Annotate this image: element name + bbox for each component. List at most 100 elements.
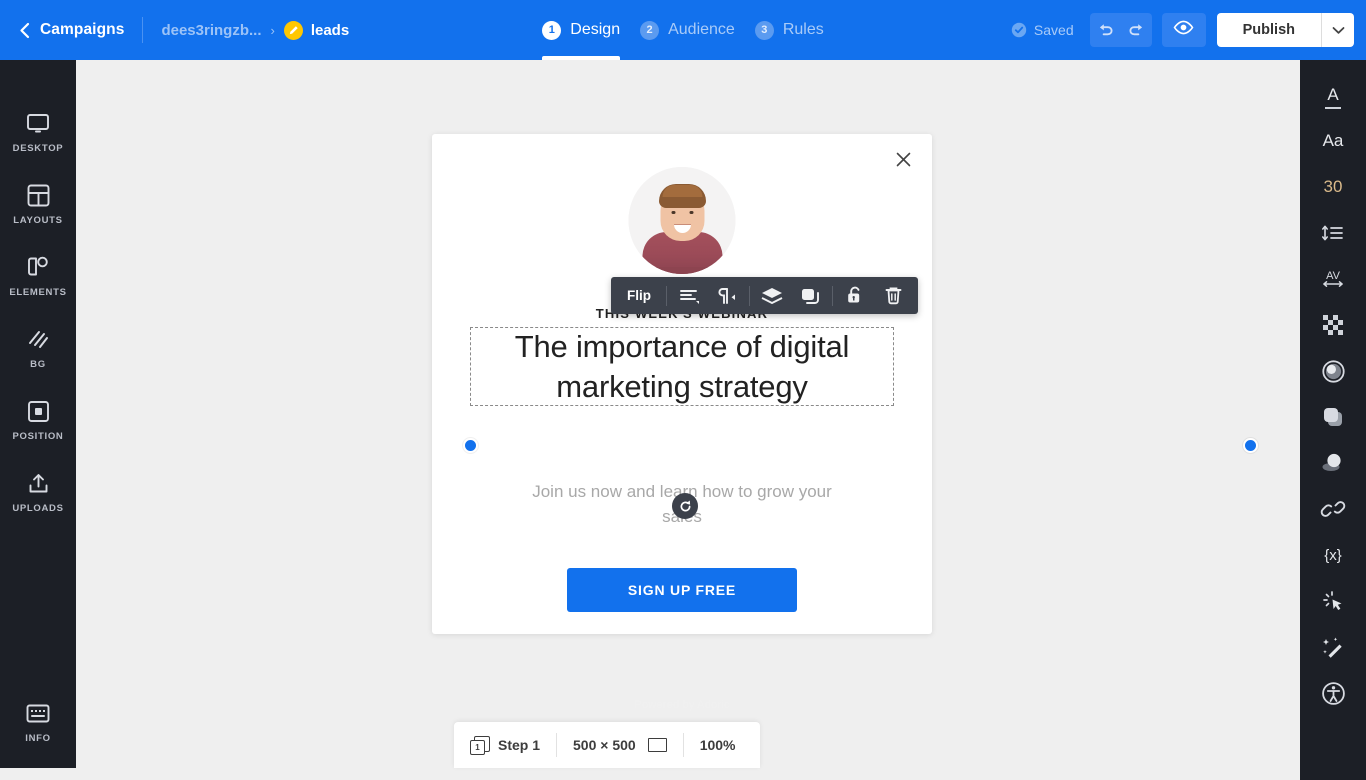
undo-arrow-icon[interactable]	[1090, 13, 1121, 47]
close-x-icon[interactable]	[890, 146, 916, 172]
sidebar-label: INFO	[25, 733, 51, 744]
layout-grid-icon	[27, 183, 50, 209]
breadcrumb-arrow: ›	[270, 23, 274, 38]
breadcrumb-parent[interactable]: dees3ringzb...	[161, 22, 261, 39]
headline-text[interactable]: The importance of digital marketing stra…	[470, 327, 894, 406]
opacity-checker-icon[interactable]	[1300, 302, 1366, 348]
font-family-icon[interactable]: Aa	[1300, 118, 1366, 164]
steps-icon: 1	[470, 736, 489, 754]
sidebar-item-elements[interactable]: ELEMENTS	[0, 240, 76, 312]
step-number: 2	[640, 21, 659, 40]
elements-shapes-icon	[26, 255, 50, 281]
tab-design[interactable]: 1 Design	[532, 0, 630, 60]
layers-icon[interactable]	[753, 277, 791, 314]
flip-button[interactable]: Flip	[617, 288, 663, 303]
step-number: 1	[542, 21, 561, 40]
paragraph-direction-icon[interactable]	[708, 277, 746, 314]
editor-canvas[interactable]: THIS WEEK'S WEBINAR The importance of di…	[76, 60, 1300, 768]
toolbar-separator	[832, 286, 833, 306]
canvas-size-control[interactable]: 500 × 500	[557, 722, 683, 768]
zoom-value: 100%	[700, 737, 736, 753]
status-bar: 1 Step 1 500 × 500 100%	[454, 722, 760, 768]
font-size-icon[interactable]: 30	[1300, 164, 1366, 210]
step-label: Audience	[668, 21, 735, 39]
rectangle-icon	[648, 738, 667, 752]
canvas-size-value: 500 × 500	[573, 737, 636, 753]
text-color-label: A	[1327, 85, 1338, 105]
signup-button[interactable]: SIGN UP FREE	[567, 568, 797, 612]
position-square-icon	[27, 399, 50, 425]
resize-handle-left[interactable]	[463, 438, 478, 453]
info-keyboard-icon	[26, 701, 50, 727]
toolbar-separator	[749, 286, 750, 306]
history-buttons	[1090, 13, 1152, 47]
avatar[interactable]	[629, 167, 736, 274]
chevron-down-icon[interactable]	[1322, 13, 1354, 47]
top-bar-actions: Saved Publish	[1011, 0, 1354, 60]
background-hatch-icon	[26, 327, 50, 353]
inner-shadow-icon[interactable]	[1300, 348, 1366, 394]
sidebar-label: BG	[30, 359, 46, 370]
sidebar-item-info[interactable]: INFO	[0, 686, 76, 758]
step-label: Design	[570, 21, 620, 39]
variables-icon[interactable]: {x}	[1300, 532, 1366, 578]
presenter-photo	[629, 167, 736, 274]
tab-audience[interactable]: 2 Audience	[630, 0, 745, 60]
sidebar-label: LAYOUTS	[13, 215, 62, 226]
tab-rules[interactable]: 3 Rules	[745, 0, 834, 60]
duplicate-icon[interactable]	[791, 277, 829, 314]
breadcrumb-divider	[142, 17, 143, 43]
accessibility-icon[interactable]	[1300, 670, 1366, 716]
upload-arrow-icon	[27, 471, 50, 497]
sidebar-item-desktop[interactable]: DESKTOP	[0, 96, 76, 168]
zoom-control[interactable]: 100%	[684, 722, 752, 768]
click-action-icon[interactable]	[1300, 578, 1366, 624]
publish-group: Publish	[1217, 13, 1354, 47]
step-badge: 1	[470, 740, 485, 755]
rotate-handle-icon[interactable]	[672, 493, 698, 519]
step-label: Rules	[783, 21, 824, 39]
sidebar-item-layouts[interactable]: LAYOUTS	[0, 168, 76, 240]
step-selector[interactable]: 1 Step 1	[454, 722, 556, 768]
breadcrumb: Campaigns dees3ringzb... › leads	[0, 0, 349, 60]
breadcrumb-campaigns[interactable]: Campaigns	[40, 21, 124, 39]
letter-spacing-icon[interactable]: AV	[1300, 256, 1366, 302]
resize-handle-right[interactable]	[1243, 438, 1258, 453]
font-size-value: 30	[1324, 177, 1343, 197]
publish-button[interactable]: Publish	[1217, 13, 1321, 47]
link-chain-icon[interactable]	[1300, 486, 1366, 532]
border-radius-icon[interactable]	[1300, 394, 1366, 440]
breadcrumb-leads[interactable]: leads	[311, 22, 349, 39]
eye-icon	[1173, 20, 1194, 40]
preview-button[interactable]	[1162, 13, 1206, 47]
text-align-icon[interactable]	[670, 277, 708, 314]
toolbar-separator	[666, 286, 667, 306]
app-root: Campaigns dees3ringzb... › leads 1 Desig…	[0, 0, 1366, 768]
top-bar: Campaigns dees3ringzb... › leads 1 Desig…	[0, 0, 1366, 60]
magic-wand-icon[interactable]	[1300, 624, 1366, 670]
monitor-icon	[26, 111, 50, 137]
saved-label: Saved	[1034, 22, 1074, 38]
element-toolbar: Flip	[611, 277, 918, 314]
step-label: Step 1	[498, 737, 540, 753]
font-family-label: Aa	[1323, 131, 1344, 151]
sidebar-item-uploads[interactable]: UPLOADS	[0, 456, 76, 528]
saved-status: Saved	[1011, 22, 1074, 38]
back-chevron-icon[interactable]	[14, 20, 34, 40]
popup-preview: THIS WEEK'S WEBINAR The importance of di…	[432, 134, 932, 634]
check-circle-icon	[1011, 22, 1027, 38]
drop-shadow-icon[interactable]	[1300, 440, 1366, 486]
text-color-icon[interactable]: A	[1300, 72, 1366, 118]
redo-arrow-icon[interactable]	[1121, 13, 1152, 47]
variables-label: {x}	[1324, 547, 1342, 564]
unlock-icon[interactable]	[836, 277, 874, 314]
left-sidebar: DESKTOP LAYOUTS ELEMENTS BG	[0, 60, 76, 768]
trash-icon[interactable]	[874, 277, 912, 314]
line-height-icon[interactable]	[1300, 210, 1366, 256]
step-number: 3	[755, 21, 774, 40]
sidebar-item-position[interactable]: POSITION	[0, 384, 76, 456]
sidebar-label: UPLOADS	[12, 503, 63, 514]
pencil-icon	[284, 21, 303, 40]
sidebar-item-bg[interactable]: BG	[0, 312, 76, 384]
right-sidebar: A Aa 30 AV {x}	[1300, 60, 1366, 780]
